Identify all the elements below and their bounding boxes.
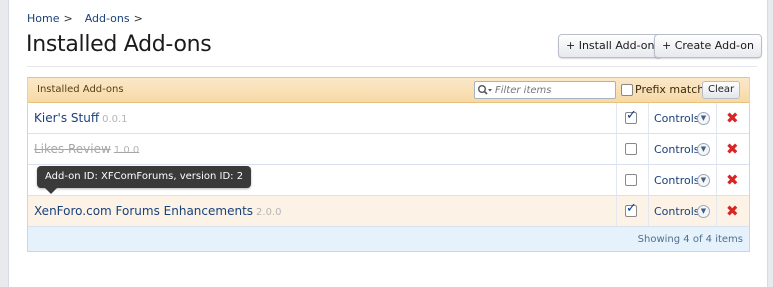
delete-icon[interactable]: ✖ [726,171,739,189]
addon-version: 0.0.1 [102,114,128,125]
search-icon[interactable] [475,82,495,98]
delete-cell: ✖ [716,165,750,195]
addon-name-link[interactable]: Kier's Stuff 0.0.1 [34,111,128,125]
breadcrumb-home[interactable]: Home [27,12,59,25]
addon-version: 1.0.0 [113,145,140,156]
prefix-match-checkbox[interactable] [621,83,633,96]
enable-checkbox[interactable] [625,108,637,124]
addon-name-link[interactable]: Likes Review 1.0.0 [34,142,139,156]
delete-cell: ✖ [716,103,750,133]
controls-menu[interactable]: Controls ▼ [648,103,717,133]
enable-cell [616,103,649,133]
delete-cell: ✖ [716,134,750,164]
page-title: Installed Add-ons [26,32,212,57]
breadcrumb-separator: > [63,12,73,25]
list-footer: Showing 4 of 4 items [28,227,749,251]
install-addon-button[interactable]: + Install Add-on [558,34,663,58]
prefix-match-toggle[interactable]: Prefix match [621,83,704,96]
delete-cell: ✖ [716,196,750,226]
filter-input[interactable] [495,84,605,96]
delete-icon[interactable]: ✖ [726,140,739,158]
list-header-title: Installed Add-ons [37,84,124,95]
page-container: Home > Add-ons > Installed Add-ons + Ins… [8,0,768,287]
title-divider [27,66,757,67]
addon-name-link[interactable]: XenForo.com Forums Enhancements 2.0.0 [34,204,281,218]
addon-version: 2.0.0 [256,207,282,218]
chevron-down-icon: ▼ [697,143,710,156]
chevron-down-icon: ▼ [697,174,710,187]
enable-cell [616,196,649,226]
addon-id-tooltip: Add-on ID: XFComForums, version ID: 2 [37,166,252,194]
create-addon-button[interactable]: + Create Add-on [654,34,762,58]
controls-menu[interactable]: Controls ▼ [648,165,717,195]
filter-box[interactable] [474,81,616,99]
breadcrumb-addons[interactable]: Add-ons [85,12,130,25]
prefix-match-label: Prefix match [635,83,705,96]
list-header: Installed Add-ons Prefix match Clear [28,77,749,103]
breadcrumb-separator: > [133,12,143,25]
chevron-down-icon: ▼ [697,112,710,125]
controls-menu[interactable]: Controls ▼ [648,196,717,226]
list-item: XenForo.com Forums Enhancements2.0.0 Con… [28,196,749,227]
enable-checkbox[interactable] [625,201,637,217]
enable-cell [616,134,649,164]
enable-checkbox[interactable] [625,143,637,155]
controls-label: Controls [654,174,700,187]
breadcrumb: Home > Add-ons > [27,12,151,25]
list-item: Kier's Stuff0.0.1 Controls▼ ✖ [28,103,749,134]
enable-checkbox[interactable] [625,174,637,186]
clear-filter-button[interactable]: Clear [702,81,741,99]
controls-label: Controls [654,143,700,156]
controls-label: Controls [654,205,700,218]
enable-cell [616,165,649,195]
controls-menu[interactable]: Controls ▼ [648,134,717,164]
chevron-down-icon: ▼ [697,205,710,218]
delete-icon[interactable]: ✖ [726,202,739,220]
addon-list: Installed Add-ons Prefix match Clear Kie… [27,77,750,252]
delete-icon[interactable]: ✖ [726,109,739,127]
item-count: Showing 4 of 4 items [637,234,743,245]
list-item: Likes Review 1.0.0 Controls ▼ ✖ [28,134,749,165]
controls-label: Controls [654,112,700,125]
